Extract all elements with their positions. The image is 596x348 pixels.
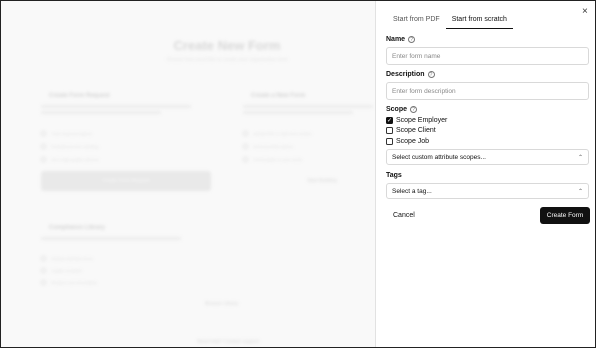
custom-scopes-select[interactable]: Select custom attribute scopes... ⌃ [386,149,589,165]
name-input[interactable] [386,47,589,65]
tags-select[interactable]: Select a tag... ⌃ [386,183,589,199]
tab-start-from-scratch[interactable]: Start from scratch [445,13,513,29]
description-label: Description [386,71,425,78]
scope-label: Scope [386,106,408,113]
tags-placeholder: Select a tag... [392,187,432,195]
scope-option-label: Scope Job [396,138,430,145]
tags-label: Tags [386,172,402,179]
scope-job-option[interactable]: Scope Job [386,138,429,145]
description-label-row: Description ? [386,71,435,78]
custom-scopes-placeholder: Select custom attribute scopes... [392,153,486,161]
app-frame: Create New Form Choose how you'd like to… [0,0,596,348]
help-icon[interactable]: ? [410,106,418,113]
close-icon[interactable]: × [582,7,588,17]
scope-option-label: Scope Employer [396,117,448,124]
name-label: Name [386,36,406,43]
name-label-row: Name ? [386,36,416,43]
scope-label-row: Scope ? [386,106,418,113]
tags-label-row: Tags [386,172,402,179]
tab-start-from-pdf[interactable]: Start from PDF [387,13,446,29]
help-icon[interactable]: ? [427,71,435,78]
create-form-button[interactable]: Create Form [540,207,590,224]
scope-client-option[interactable]: Scope Client [386,127,436,134]
description-input[interactable] [386,82,589,100]
modal-backdrop[interactable] [1,1,375,347]
chevron-up-down-icon: ⌃ [577,188,583,195]
scope-option-label: Scope Client [396,127,436,134]
checkbox-checked-icon[interactable]: ✓ [386,117,393,124]
form-source-tabs: Start from PDF Start from scratch [387,13,513,29]
checkbox-icon[interactable] [386,127,393,134]
checkbox-icon[interactable] [386,138,393,145]
cancel-button[interactable]: Cancel [393,212,415,219]
help-icon[interactable]: ? [408,36,416,43]
create-form-panel: × Start from PDF Start from scratch Name… [375,1,595,347]
chevron-up-down-icon: ⌃ [577,154,583,161]
scope-employer-option[interactable]: ✓ Scope Employer [386,117,447,124]
